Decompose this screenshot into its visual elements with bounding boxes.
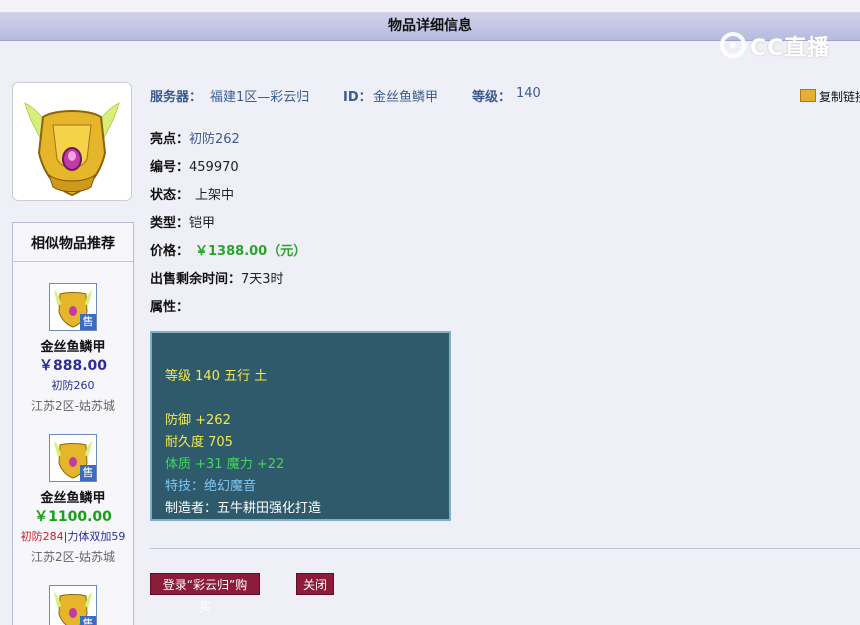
sale-badge: 售 <box>80 314 96 330</box>
item-info-row: 服务器： 福建1区—彩云归 ID： 金丝鱼鳞甲 等级： 140 <box>150 86 860 106</box>
similar-item-server: 江苏2区-姑苏城 <box>31 399 115 413</box>
price-field: 价格： ￥1388.00（元） <box>150 244 307 259</box>
similar-item-name[interactable]: 金丝鱼鳞甲 <box>13 487 133 506</box>
similar-item[interactable]: 售 <box>13 585 133 625</box>
id-label: ID： <box>343 90 372 105</box>
attr-durability: 耐久度 705 <box>165 435 233 450</box>
similar-item-name[interactable]: 金丝鱼鳞甲 <box>13 336 133 355</box>
level-value: 140 <box>516 86 541 101</box>
golden-armor-icon <box>24 101 120 197</box>
item-thumbnail[interactable]: 售 <box>49 283 97 331</box>
cc-logo-icon <box>720 32 746 58</box>
highlight-field: 亮点：初防262 <box>150 132 240 147</box>
similar-item-feature: 初防260 <box>51 379 95 392</box>
item-thumbnail[interactable]: 售 <box>49 585 97 625</box>
login-buy-button[interactable]: 登录“彩云归”购买 <box>150 573 260 614</box>
sale-badge: 售 <box>80 465 96 481</box>
server-label: 服务器： <box>150 90 203 105</box>
copy-link-label: 复制链接 <box>819 90 860 104</box>
number-field: 编号：459970 <box>150 160 239 175</box>
attr-defense: 防御 +262 <box>165 413 231 428</box>
copy-link-button[interactable]: 复制链接 <box>800 88 860 105</box>
attr-maker: 制造者：五牛耕田强化打造 <box>165 501 322 516</box>
similar-items-sidebar: 相似物品推荐 售 金丝鱼鳞甲 ￥888.00 初防260 江苏2区-姑苏城 售 <box>12 222 134 625</box>
level-label: 等级： <box>472 90 512 105</box>
type-field: 类型：铠甲 <box>150 216 216 231</box>
similar-item[interactable]: 售 金丝鱼鳞甲 ￥1100.00 初防284|力体双加59 江苏2区-姑苏城 <box>13 434 133 565</box>
id-value: 金丝鱼鳞甲 <box>373 90 439 105</box>
watermark-text: CC直播 <box>750 36 831 61</box>
server-value: 福建1区—彩云归 <box>210 90 310 105</box>
similar-item-server: 江苏2区-姑苏城 <box>31 550 115 564</box>
similar-item-price: ￥888.00 <box>38 358 108 374</box>
close-button[interactable]: 关闭 <box>296 573 334 595</box>
item-thumbnail[interactable]: 售 <box>49 434 97 482</box>
attr-level-line: 等级 140 五行 土 <box>165 369 268 384</box>
cc-live-watermark: CC直播 <box>720 28 840 62</box>
folder-icon <box>800 89 816 102</box>
similar-item-price: ￥1100.00 <box>34 509 112 525</box>
attributes-panel: 等级 140 五行 土 防御 +262 耐久度 705 体质 +31 魔力 +2… <box>150 331 451 521</box>
top-strip <box>0 0 860 13</box>
attributes-field: 属性： <box>150 300 190 315</box>
price-value: ￥1388.00（元） <box>195 244 307 259</box>
similar-item-feature: 初防284|力体双加59 <box>20 530 126 543</box>
similar-item[interactable]: 售 金丝鱼鳞甲 ￥888.00 初防260 江苏2区-姑苏城 <box>13 283 133 414</box>
status-field: 状态： 上架中 <box>150 188 235 203</box>
divider <box>150 548 860 549</box>
attr-skill: 特技：绝幻魔音 <box>165 479 257 494</box>
item-image <box>12 82 132 201</box>
attr-stats: 体质 +31 魔力 +22 <box>165 457 285 472</box>
sidebar-title: 相似物品推荐 <box>13 223 133 262</box>
remaining-time-field: 出售剩余时间：7天3时 <box>150 272 284 287</box>
